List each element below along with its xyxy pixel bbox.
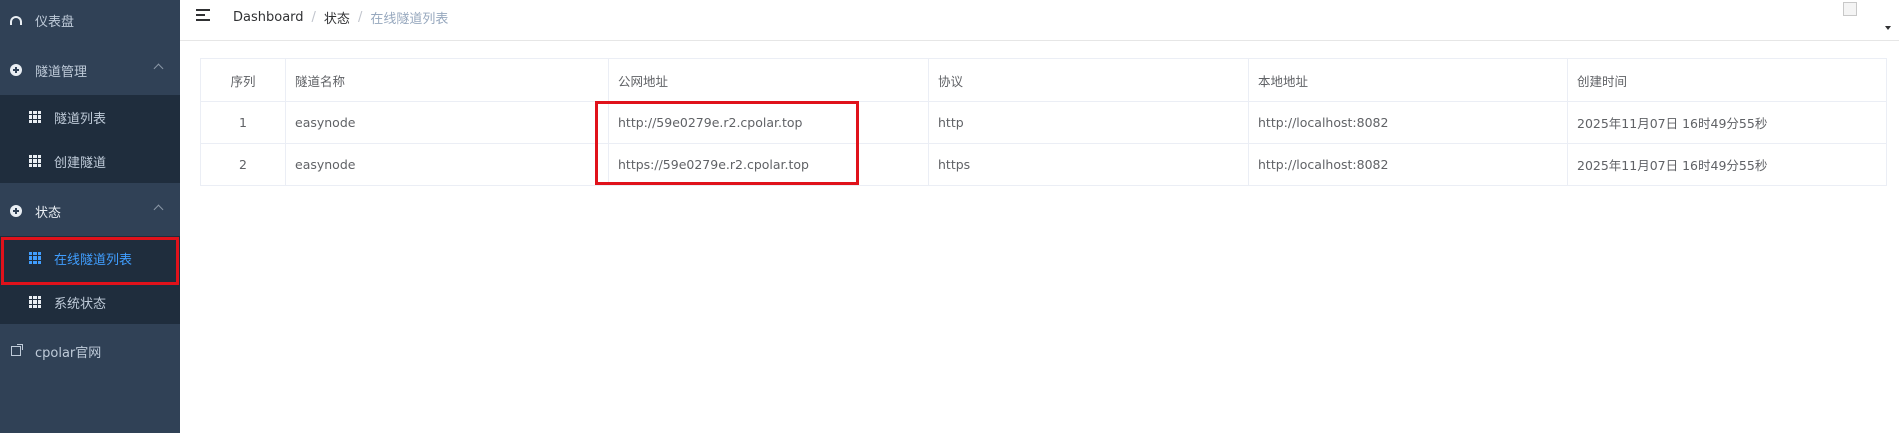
- sidebar-item-cpolar-site[interactable]: cpolar官网: [0, 329, 180, 373]
- col-header-public-url: 公网地址: [608, 58, 929, 102]
- breadcrumb-status[interactable]: 状态: [324, 8, 350, 27]
- plus-circle-icon: [9, 63, 23, 77]
- col-header-local-address: 本地地址: [1248, 58, 1568, 102]
- cell-protocol: https: [928, 143, 1249, 186]
- table-icon: [28, 295, 42, 309]
- col-header-created-time: 创建时间: [1567, 58, 1887, 102]
- avatar-image[interactable]: [1843, 2, 1857, 16]
- sidebar-item-label: 隧道管理: [35, 64, 88, 80]
- sidebar-item-label: 隧道列表: [54, 111, 107, 127]
- table-icon: [28, 154, 42, 168]
- chevron-up-icon: [153, 204, 164, 215]
- sidebar-item-label: 系统状态: [54, 296, 107, 312]
- sidebar-item-tunnel-list[interactable]: 隧道列表: [0, 95, 180, 139]
- col-header-name: 隧道名称: [285, 58, 609, 102]
- sidebar-item-tunnel-management[interactable]: 隧道管理: [0, 48, 180, 92]
- header-divider: [180, 40, 1899, 41]
- breadcrumb: Dashboard / 状态 / 在线隧道列表: [233, 8, 448, 27]
- chevron-up-icon: [153, 63, 164, 74]
- sidebar: 仪表盘 隧道管理 隧道列表 创建隧道 状态 在线隧道列表 系统状态 cpolar…: [0, 0, 180, 433]
- table-row: 1 easynode http://59e0279e.r2.cpolar.top…: [200, 101, 1887, 144]
- tunnel-table: 序列 隧道名称 公网地址 协议 本地地址 创建时间 1 easynode htt…: [200, 58, 1887, 186]
- sidebar-item-status[interactable]: 状态: [0, 189, 180, 233]
- sidebar-item-label: 仪表盘: [35, 14, 75, 30]
- col-header-protocol: 协议: [928, 58, 1249, 102]
- breadcrumb-dashboard[interactable]: Dashboard: [233, 10, 304, 25]
- sidebar-item-label: cpolar官网: [35, 345, 102, 361]
- highlight-box: [1, 237, 179, 285]
- cell-created-time: 2025年11月07日 16时49分55秒: [1567, 101, 1887, 144]
- sidebar-item-create-tunnel[interactable]: 创建隧道: [0, 139, 180, 183]
- cell-index: 1: [200, 101, 286, 144]
- breadcrumb-separator: /: [357, 10, 363, 25]
- cell-name: easynode: [285, 143, 609, 186]
- col-header-index: 序列: [200, 58, 286, 102]
- hamburger-icon[interactable]: [196, 9, 210, 21]
- plus-circle-icon: [9, 204, 23, 218]
- sidebar-item-dashboard[interactable]: 仪表盘: [0, 0, 180, 40]
- sidebar-item-label: 状态: [35, 205, 62, 221]
- external-link-icon: [9, 344, 23, 358]
- table-icon: [28, 110, 42, 124]
- cell-protocol: http: [928, 101, 1249, 144]
- dashboard-icon: [9, 13, 23, 27]
- cell-local-address: http://localhost:8082: [1248, 101, 1568, 144]
- cell-local-address: http://localhost:8082: [1248, 143, 1568, 186]
- highlight-box: [595, 101, 859, 185]
- breadcrumb-current: 在线隧道列表: [370, 12, 449, 27]
- cell-index: 2: [200, 143, 286, 186]
- sidebar-item-system-status[interactable]: 系统状态: [0, 280, 180, 324]
- cell-created-time: 2025年11月07日 16时49分55秒: [1567, 143, 1887, 186]
- sidebar-item-label: 创建隧道: [54, 155, 107, 171]
- table-row: 2 easynode https://59e0279e.r2.cpolar.to…: [200, 143, 1887, 186]
- caret-down-icon[interactable]: [1885, 26, 1891, 30]
- breadcrumb-separator: /: [311, 10, 316, 25]
- cell-name: easynode: [285, 101, 609, 144]
- table-header-row: 序列 隧道名称 公网地址 协议 本地地址 创建时间: [200, 58, 1887, 102]
